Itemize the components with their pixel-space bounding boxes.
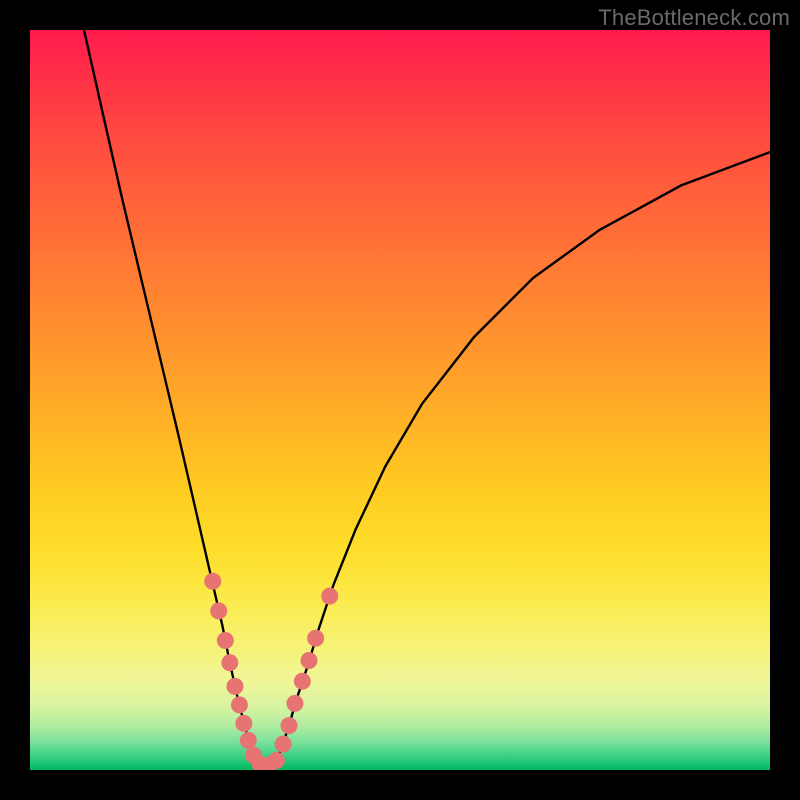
data-point-marker xyxy=(231,696,248,713)
data-point-marker xyxy=(240,732,257,749)
watermark-text: TheBottleneck.com xyxy=(598,5,790,31)
plot-area xyxy=(30,30,770,770)
data-point-marker xyxy=(281,717,298,734)
data-point-marker xyxy=(294,673,311,690)
data-point-marker xyxy=(217,632,234,649)
data-point-marker xyxy=(210,602,227,619)
data-point-marker xyxy=(321,588,338,605)
data-point-marker xyxy=(286,695,303,712)
chart-frame: TheBottleneck.com xyxy=(0,0,800,800)
data-point-marker xyxy=(275,736,292,753)
data-point-marker xyxy=(307,630,324,647)
chart-svg xyxy=(30,30,770,770)
data-point-marker xyxy=(300,652,317,669)
data-point-markers xyxy=(204,573,338,770)
curve-right-branch xyxy=(275,152,770,765)
data-point-marker xyxy=(221,654,238,671)
data-point-marker xyxy=(235,715,252,732)
data-point-marker xyxy=(226,678,243,695)
data-point-marker xyxy=(268,752,285,769)
data-point-marker xyxy=(204,573,221,590)
